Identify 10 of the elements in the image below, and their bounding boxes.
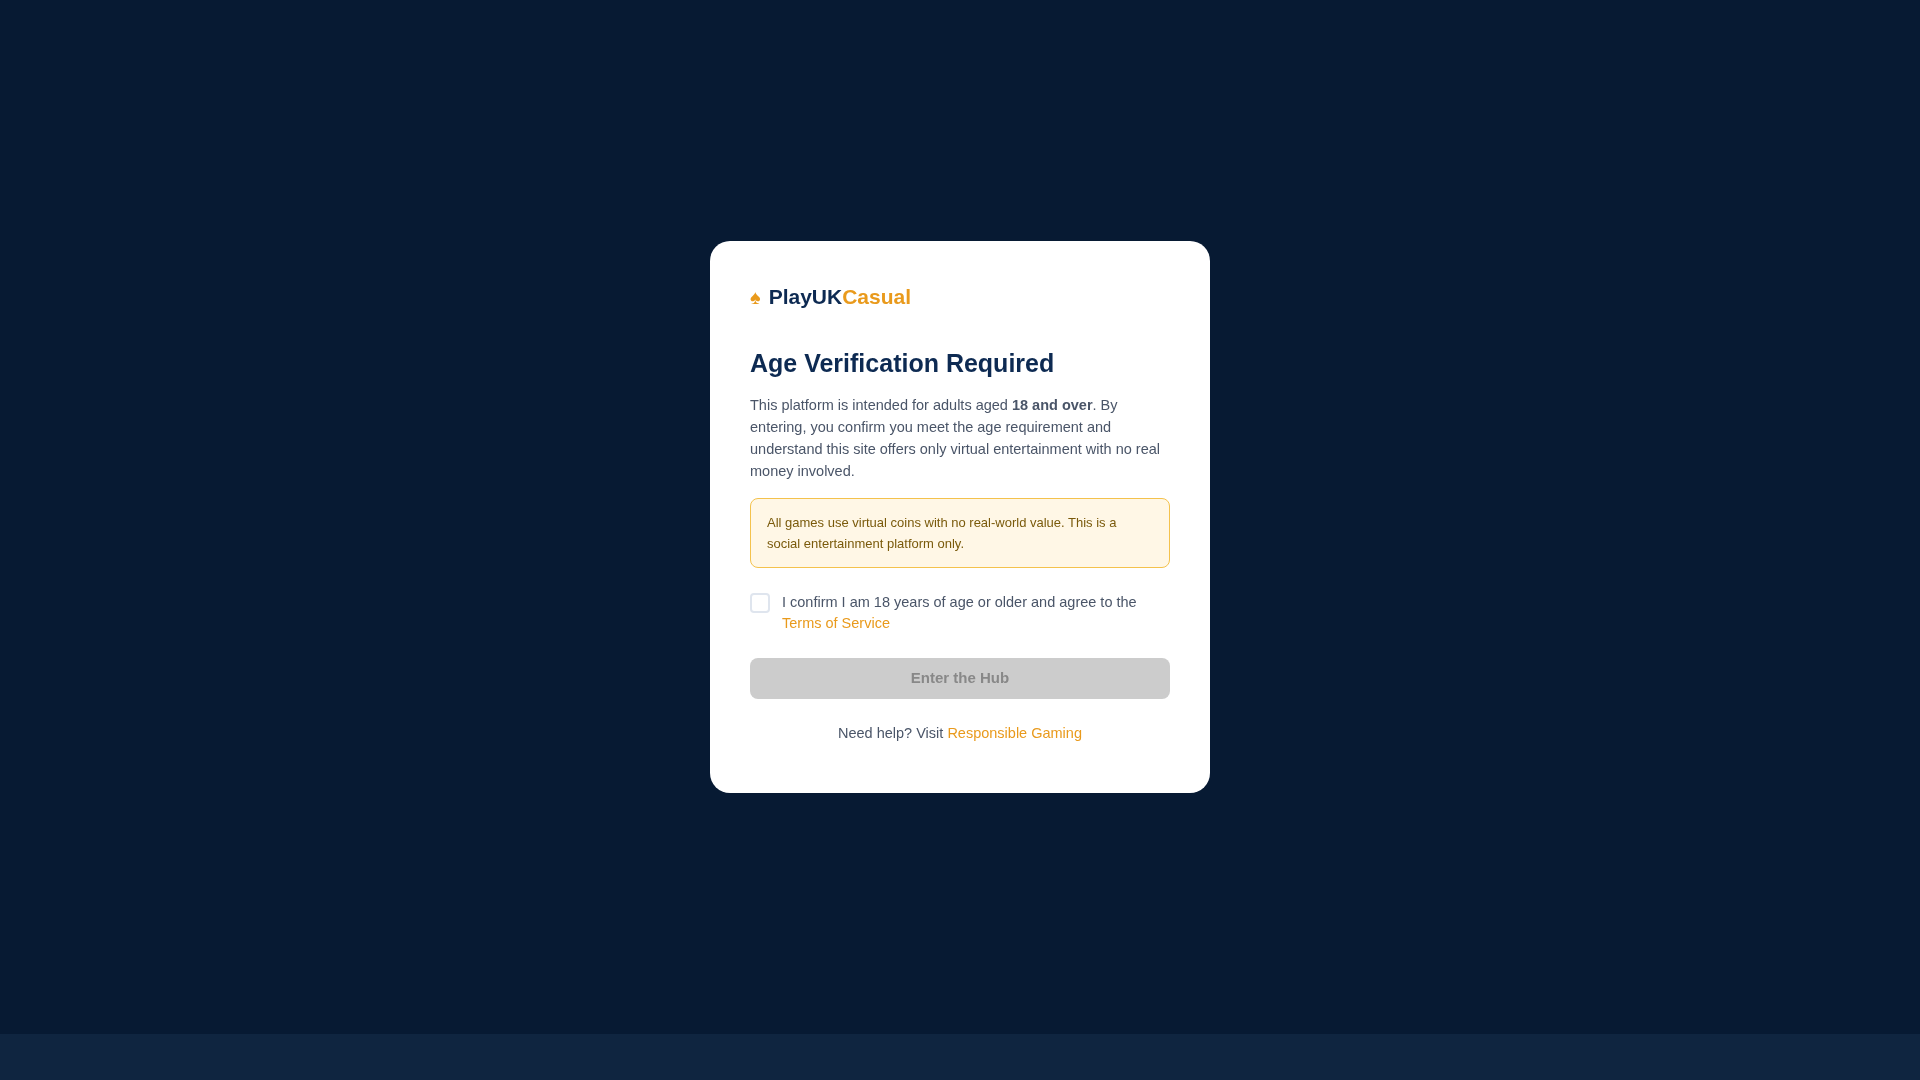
notice-text: All games use virtual coins with no real-world value. This is a social entertainment platform only. [767,514,1118,554]
responsible-gaming-link[interactable]: Responsible Gaming [947,725,1082,742]
dialog-title: Age Verification Required [750,347,1056,379]
age-checkbox[interactable] [750,593,770,614]
brand-logo: PlayUKCasual [768,284,912,311]
spade-icon: ♠ [750,286,761,307]
dialog-description: This platform is intended for adults aged 18 and over. By entering, you confirm you meet the age requirement and understand this site offers only virtual entertainment with no real money involved. [750,396,1161,482]
confirm-label: I confirm I am 18 years of age or older and agree to the Terms of Service [782,593,1138,634]
help-text: Need help? Visit Responsible Gaming [837,724,1083,744]
terms-link[interactable]: Terms of Service [782,615,890,632]
